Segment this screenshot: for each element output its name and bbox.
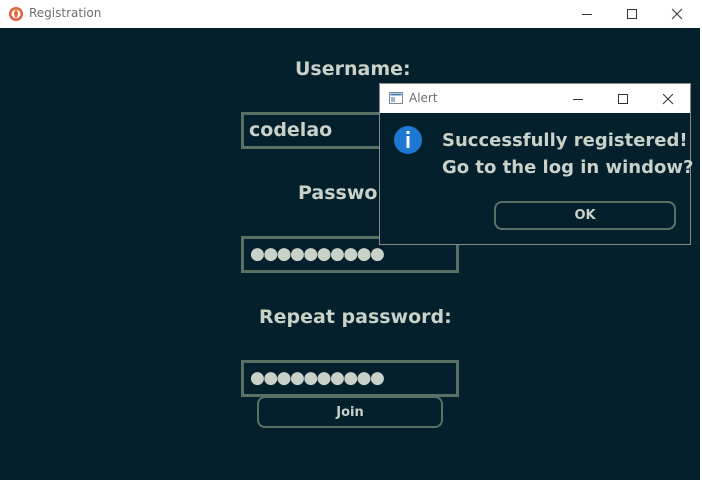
repeat-password-field[interactable]: ●●●●●●●●●●	[241, 360, 459, 397]
window-app-icon	[389, 92, 403, 104]
minimize-icon	[582, 14, 592, 15]
repeat-password-mask: ●●●●●●●●●●	[250, 368, 385, 388]
close-icon	[671, 8, 683, 20]
ok-button[interactable]: OK	[494, 201, 676, 230]
join-button[interactable]: Join	[257, 396, 443, 428]
alert-message-line2: Go to the log in window?	[442, 157, 694, 178]
alert-message-line1: Successfully registered!	[442, 130, 688, 151]
title-bar[interactable]: Registration	[0, 0, 702, 28]
maximize-icon	[618, 93, 628, 104]
minimize-button[interactable]	[564, 0, 610, 28]
registration-window: Registration Username: codelao Password:…	[0, 0, 702, 480]
alert-dialog: Alert Successfully registered! Go to the…	[379, 83, 693, 245]
repeat-password-label: Repeat password:	[259, 306, 452, 328]
username-label: Username:	[295, 58, 411, 80]
maximize-icon	[627, 9, 637, 19]
window-title: Registration	[29, 6, 102, 20]
alert-title-bar[interactable]: Alert	[380, 84, 690, 113]
maximize-button[interactable]	[609, 0, 655, 28]
alert-title: Alert	[409, 91, 438, 105]
alert-close-button[interactable]	[645, 84, 691, 113]
password-mask: ●●●●●●●●●●	[250, 244, 385, 264]
close-icon	[662, 93, 674, 104]
info-icon	[394, 126, 422, 154]
alert-message: Successfully registered! Go to the log i…	[442, 127, 693, 181]
username-value: codelao	[249, 119, 333, 141]
alert-minimize-button[interactable]	[555, 84, 601, 113]
alert-maximize-button[interactable]	[600, 84, 646, 113]
flame-logo-icon	[9, 7, 23, 21]
minimize-icon	[573, 98, 583, 100]
close-button[interactable]	[654, 0, 700, 28]
